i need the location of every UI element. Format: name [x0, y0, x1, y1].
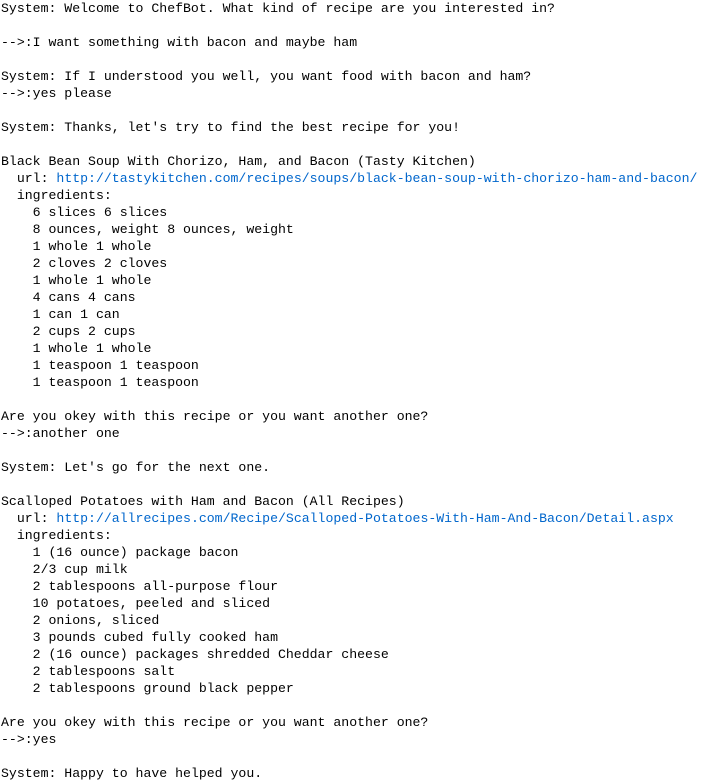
ingredient-item: 3 pounds cubed fully cooked ham	[1, 630, 278, 645]
ingredient-item: 1 whole 1 whole	[1, 273, 152, 288]
ingredient-item: 1 whole 1 whole	[1, 239, 152, 254]
ingredient-item: 2/3 cup milk	[1, 562, 128, 577]
user-input-line: -->:yes please	[1, 86, 112, 101]
ingredient-item: 2 tablespoons salt	[1, 664, 176, 679]
recipe-title: Scalloped Potatoes with Ham and Bacon (A…	[1, 494, 405, 509]
ingredients-label: ingredients:	[1, 188, 112, 203]
ingredient-item: 1 teaspoon 1 teaspoon	[1, 375, 199, 390]
ingredient-item: 2 cloves 2 cloves	[1, 256, 168, 271]
ingredient-item: 2 cups 2 cups	[1, 324, 136, 339]
system-message: System: Welcome to ChefBot. What kind of…	[1, 1, 555, 16]
system-message: Are you okey with this recipe or you wan…	[1, 715, 429, 730]
system-message: System: Happy to have helped you.	[1, 766, 263, 781]
recipe-link[interactable]: http://tastykitchen.com/recipes/soups/bl…	[56, 171, 697, 186]
ingredient-item: 4 cans 4 cans	[1, 290, 136, 305]
system-message: System: Let's go for the next one.	[1, 460, 271, 475]
ingredient-item: 10 potatoes, peeled and sliced	[1, 596, 271, 611]
ingredient-item: 8 ounces, weight 8 ounces, weight	[1, 222, 294, 237]
ingredient-item: 2 (16 ounce) packages shredded Cheddar c…	[1, 647, 389, 662]
ingredient-item: 1 can 1 can	[1, 307, 120, 322]
recipe-link[interactable]: http://allrecipes.com/Recipe/Scalloped-P…	[56, 511, 673, 526]
ingredient-item: 1 whole 1 whole	[1, 341, 152, 356]
system-message: System: If I understood you well, you wa…	[1, 69, 532, 84]
recipe-title: Black Bean Soup With Chorizo, Ham, and B…	[1, 154, 476, 169]
ingredient-item: 6 slices 6 slices	[1, 205, 168, 220]
user-input-line: -->:yes	[1, 732, 57, 747]
ingredient-item: 2 onions, sliced	[1, 613, 160, 628]
ingredient-item: 2 tablespoons ground black pepper	[1, 681, 294, 696]
user-input-line: -->:I want something with bacon and mayb…	[1, 35, 358, 50]
recipe-url-line: url: http://tastykitchen.com/recipes/sou…	[1, 170, 713, 187]
recipe-url-line: url: http://allrecipes.com/Recipe/Scallo…	[1, 510, 713, 527]
user-input-line: -->:another one	[1, 426, 120, 441]
system-message: System: Thanks, let's try to find the be…	[1, 120, 460, 135]
url-label: url:	[1, 171, 57, 186]
ingredient-item: 1 (16 ounce) package bacon	[1, 545, 239, 560]
url-label: url:	[1, 511, 57, 526]
console-transcript: System: Welcome to ChefBot. What kind of…	[1, 0, 713, 782]
system-message: Are you okey with this recipe or you wan…	[1, 409, 429, 424]
ingredient-item: 2 tablespoons all-purpose flour	[1, 579, 278, 594]
ingredients-label: ingredients:	[1, 528, 112, 543]
ingredient-item: 1 teaspoon 1 teaspoon	[1, 358, 199, 373]
